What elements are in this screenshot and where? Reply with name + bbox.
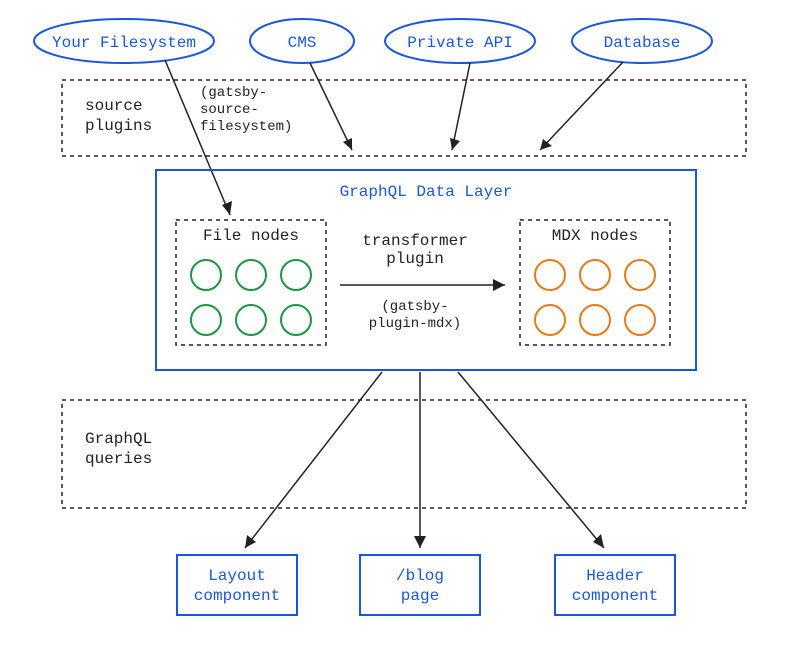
diagram-svg: Your Filesystem CMS Private API Database… (0, 0, 800, 648)
blog-page-l1: /blog (396, 567, 444, 585)
source-plugins-label-l2: plugins (85, 117, 152, 135)
layout-component-l2: component (194, 587, 280, 605)
mdx-node-circle (535, 305, 565, 335)
arrow-fs (165, 60, 230, 215)
file-node-circle (281, 305, 311, 335)
layout-component-box (177, 555, 297, 615)
file-node-circle (236, 305, 266, 335)
mdx-node-circle (580, 305, 610, 335)
arrow-db (540, 62, 623, 150)
file-nodes-label: File nodes (203, 227, 299, 245)
fs-plugin-l3: filesystem) (200, 119, 292, 135)
file-node-circle (281, 260, 311, 290)
mdx-node-circle (625, 305, 655, 335)
arrow-transformer-head (493, 279, 505, 291)
arrow-cms (310, 63, 352, 150)
source-plugins-box (62, 80, 746, 156)
source-plugins-label-l1: source (85, 97, 143, 115)
arrow-api-head (450, 138, 460, 150)
arrow-to-blog-head (414, 536, 426, 548)
blog-page-l2: page (401, 587, 439, 605)
header-component-l1: Header (586, 567, 644, 585)
file-node-circle (191, 260, 221, 290)
graphql-queries-box (62, 400, 746, 508)
transformer-l2: plugin (386, 250, 444, 268)
source-filesystem-label: Your Filesystem (52, 34, 196, 52)
mdx-node-circle (580, 260, 610, 290)
arrow-api (452, 63, 470, 150)
data-layer-title: GraphQL Data Layer (340, 183, 513, 201)
arrow-db-head (540, 139, 552, 150)
mdx-node-circle (535, 260, 565, 290)
file-node-circle (236, 260, 266, 290)
layout-component-l1: Layout (208, 567, 266, 585)
arrow-fs-head (222, 201, 232, 215)
header-component-box (555, 555, 675, 615)
mdx-plugin-l2: plugin-mdx) (369, 316, 461, 332)
mdx-nodes-label: MDX nodes (552, 227, 638, 245)
arrow-to-header (458, 372, 604, 548)
source-database-label: Database (604, 34, 681, 52)
graphql-queries-l1: GraphQL (85, 430, 152, 448)
file-node-circle (191, 305, 221, 335)
transformer-l1: transformer (362, 232, 468, 250)
header-component-l2: component (572, 587, 658, 605)
mdx-node-circle (625, 260, 655, 290)
mdx-plugin-l1: (gatsby- (381, 299, 448, 315)
fs-plugin-l1: (gatsby- (200, 85, 267, 101)
fs-plugin-l2: source- (200, 102, 259, 118)
source-cms-label: CMS (288, 34, 317, 52)
graphql-queries-l2: queries (85, 450, 152, 468)
blog-page-box (360, 555, 480, 615)
arrow-to-layout (245, 372, 382, 548)
source-private-api-label: Private API (407, 34, 513, 52)
